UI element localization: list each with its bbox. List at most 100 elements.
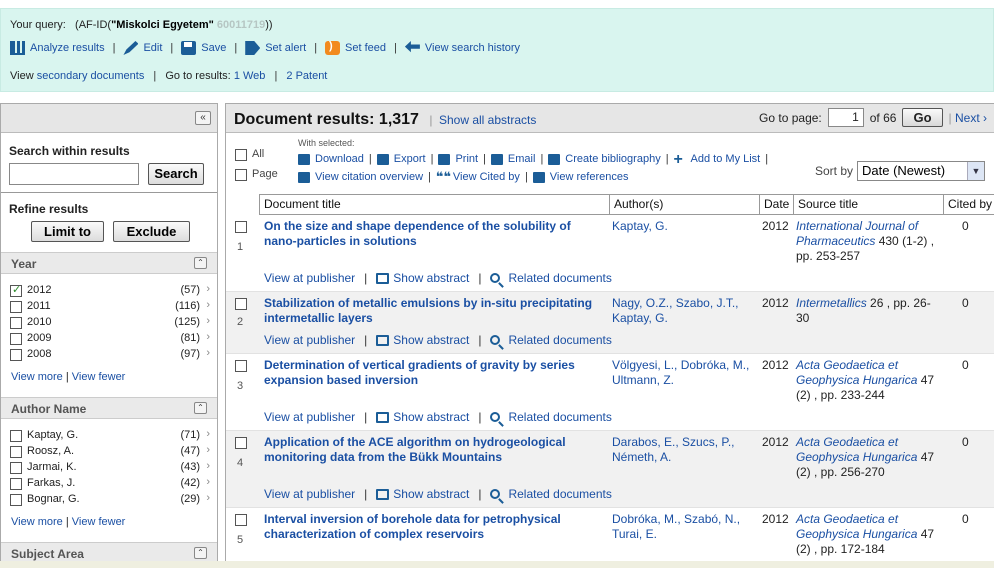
save-query-link[interactable]: Save xyxy=(181,41,226,55)
view-at-publisher-link[interactable]: View at publisher xyxy=(264,487,355,501)
related-documents-link[interactable]: Related documents xyxy=(508,333,611,347)
row-checkbox[interactable] xyxy=(235,514,247,526)
search-history-link[interactable]: View search history xyxy=(404,41,520,55)
year-facet-item[interactable]: 2009 (81) › xyxy=(10,331,210,348)
show-abstract-link[interactable]: Show abstract xyxy=(393,487,469,501)
facet-checkbox[interactable] xyxy=(10,462,22,474)
facet-checkbox[interactable] xyxy=(10,478,22,490)
year-facet-item[interactable]: 2012 (57) › xyxy=(10,283,210,300)
facet-checkbox[interactable] xyxy=(10,349,22,361)
search-within-button[interactable]: Search xyxy=(148,163,204,185)
page-number-input[interactable]: 1 xyxy=(827,108,864,127)
next-page-link[interactable]: Next › xyxy=(955,111,987,125)
select-all-checkbox[interactable]: All xyxy=(235,148,264,161)
row-checkbox[interactable] xyxy=(235,221,247,233)
related-documents-link[interactable]: Related documents xyxy=(508,410,611,424)
create-bibliography-link[interactable]: Create bibliography xyxy=(548,153,661,165)
secondary-documents-link[interactable]: secondary documents xyxy=(37,70,145,82)
result-title-link[interactable]: Application of the ACE algorithm on hydr… xyxy=(264,435,599,465)
facet-checkbox[interactable] xyxy=(10,446,22,458)
facet-checkbox[interactable] xyxy=(10,430,22,442)
year-facet-item[interactable]: 2010 (125) › xyxy=(10,315,210,332)
result-authors[interactable]: Dobróka, M., Szabó, N., Turai, E. xyxy=(612,512,757,542)
edit-query-link[interactable]: Edit xyxy=(123,41,162,55)
citation-overview-link[interactable]: View citation overview xyxy=(298,171,423,183)
facet-checkbox[interactable] xyxy=(10,317,22,329)
sort-select[interactable]: Date (Newest) ▼ xyxy=(857,161,986,181)
with-selected-label: With selected: xyxy=(298,138,355,148)
result-authors[interactable]: Völgyesi, L., Dobróka, M., Ultmann, Z. xyxy=(612,358,757,388)
result-authors[interactable]: Nagy, O.Z., Szabo, J.T., Kaptay, G. xyxy=(612,296,757,326)
author-facet-item[interactable]: Bognar, G. (29) › xyxy=(10,492,210,509)
row-checkbox[interactable] xyxy=(235,437,247,449)
author-view-fewer-link[interactable]: View fewer xyxy=(72,516,126,528)
view-at-publisher-link[interactable]: View at publisher xyxy=(264,410,355,424)
author-facet-item[interactable]: Jarmai, K. (43) › xyxy=(10,460,210,477)
result-title-link[interactable]: Interval inversion of borehole data for … xyxy=(264,512,599,542)
author-view-more-link[interactable]: View more xyxy=(11,516,63,528)
result-title-link[interactable]: Stabilization of metallic emulsions by i… xyxy=(264,296,599,326)
export-link[interactable]: Export xyxy=(376,153,426,165)
select-page-checkbox[interactable]: Page xyxy=(235,168,278,181)
collapse-sidebar-button[interactable]: « xyxy=(195,111,211,125)
col-document-title[interactable]: Document title xyxy=(259,195,609,214)
facet-checkbox[interactable] xyxy=(10,333,22,345)
show-abstract-link[interactable]: Show abstract xyxy=(393,271,469,285)
search-within-input[interactable] xyxy=(9,163,139,185)
web-results-link[interactable]: 1 Web xyxy=(234,70,266,82)
year-facet-toggle[interactable]: ⌃ xyxy=(194,257,207,269)
email-link[interactable]: Email xyxy=(490,153,535,165)
results-table-header: Document title Author(s) Date Source tit… xyxy=(259,194,994,215)
set-alert-link[interactable]: Set alert xyxy=(245,41,306,55)
add-to-list-link[interactable]: + Add to My List xyxy=(674,151,761,167)
col-cited-by[interactable]: Cited by xyxy=(943,195,994,214)
row-checkbox[interactable] xyxy=(235,298,247,310)
subject-facet-toggle[interactable]: ⌃ xyxy=(194,547,207,559)
pagination: Go to page: 1 of 66 Go | Next › xyxy=(759,108,987,127)
author-facet-item[interactable]: Kaptay, G. (71) › xyxy=(10,428,210,445)
query-label: Your query: xyxy=(10,19,66,31)
year-view-more-link[interactable]: View more xyxy=(11,371,63,383)
show-abstract-link[interactable]: Show abstract xyxy=(393,410,469,424)
set-feed-link[interactable]: Set feed xyxy=(325,40,386,55)
year-facet-item[interactable]: 2008 (97) › xyxy=(10,347,210,364)
view-cited-by-link[interactable]: ❝❝ View Cited by xyxy=(436,170,520,184)
email-icon xyxy=(490,153,503,165)
download-link[interactable]: Download xyxy=(298,153,364,165)
facet-checkbox[interactable] xyxy=(10,301,22,313)
view-references-link[interactable]: View references xyxy=(532,171,628,183)
year-view-fewer-link[interactable]: View fewer xyxy=(72,371,126,383)
result-title-link[interactable]: Determination of vertical gradients of g… xyxy=(264,358,599,388)
chevron-right-icon: › xyxy=(206,331,210,343)
view-at-publisher-link[interactable]: View at publisher xyxy=(264,333,355,347)
print-link[interactable]: Print xyxy=(438,153,478,165)
row-checkbox[interactable] xyxy=(235,360,247,372)
col-source-title[interactable]: Source title xyxy=(793,195,943,214)
result-title-link[interactable]: On the size and shape dependence of the … xyxy=(264,219,599,249)
year-facet-header[interactable]: Year ⌃ xyxy=(1,252,217,274)
author-facet-header[interactable]: Author Name ⌃ xyxy=(1,397,217,419)
year-facet-item[interactable]: 2011 (116) › xyxy=(10,299,210,316)
patent-results-link[interactable]: 2 Patent xyxy=(286,70,327,82)
result-row: 1 On the size and shape dependence of th… xyxy=(226,215,994,292)
author-facet-item[interactable]: Roosz, A. (47) › xyxy=(10,444,210,461)
go-button[interactable]: Go xyxy=(902,108,943,127)
col-date[interactable]: Date xyxy=(759,195,793,214)
abstract-icon xyxy=(376,272,390,284)
result-year: 2012 xyxy=(762,219,789,233)
col-authors[interactable]: Author(s) xyxy=(609,195,759,214)
related-documents-link[interactable]: Related documents xyxy=(508,487,611,501)
facet-checkbox[interactable] xyxy=(10,494,22,506)
author-facet-toggle[interactable]: ⌃ xyxy=(194,402,207,414)
result-authors[interactable]: Darabos, E., Szucs, P., Németh, A. xyxy=(612,435,757,465)
view-at-publisher-link[interactable]: View at publisher xyxy=(264,271,355,285)
show-abstract-link[interactable]: Show abstract xyxy=(393,333,469,347)
limit-to-button[interactable]: Limit to xyxy=(31,221,104,242)
analyze-results-link[interactable]: Analyze results xyxy=(10,41,105,55)
related-documents-link[interactable]: Related documents xyxy=(508,271,611,285)
exclude-button[interactable]: Exclude xyxy=(113,221,190,242)
author-facet-item[interactable]: Farkas, J. (42) › xyxy=(10,476,210,493)
show-all-abstracts-link[interactable]: Show all abstracts xyxy=(439,113,536,127)
facet-checkbox[interactable] xyxy=(10,283,22,297)
result-authors[interactable]: Kaptay, G. xyxy=(612,219,757,234)
